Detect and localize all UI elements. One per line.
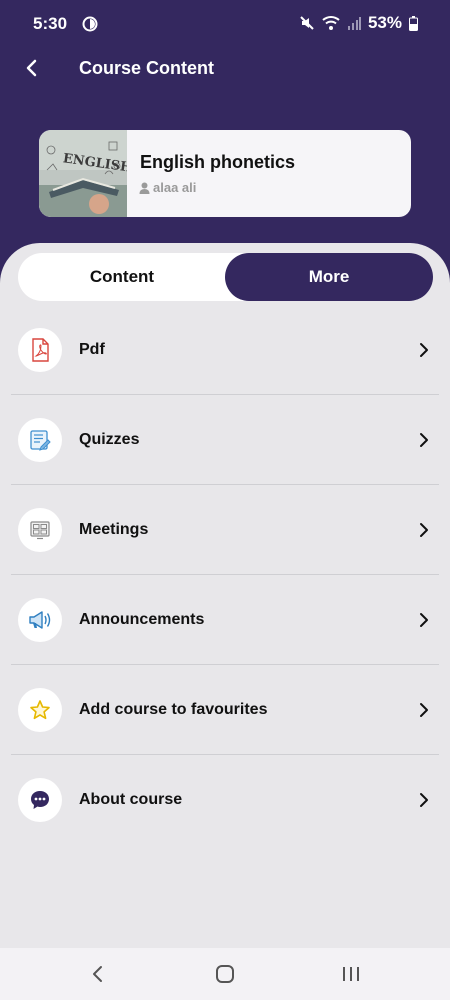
quiz-icon	[30, 430, 51, 451]
pdf-icon	[32, 338, 49, 362]
course-author-name: alaa ali	[153, 180, 197, 195]
chevron-right-icon	[420, 703, 428, 717]
quiz-icon-circle	[18, 418, 62, 462]
system-nav-bar	[0, 948, 450, 1000]
menu-item-pdf[interactable]: Pdf	[0, 305, 450, 395]
menu-label-announcements: Announcements	[79, 611, 205, 628]
battery-icon	[409, 15, 418, 31]
menu-label-add-to-favourites: Add course to favourites	[79, 701, 268, 718]
more-menu: Pdf Quizzes Meetings Announcements Add c…	[0, 305, 450, 845]
focus-mode-icon	[82, 16, 98, 32]
course-author: alaa ali	[139, 180, 196, 195]
menu-label-quizzes: Quizzes	[79, 431, 140, 448]
menu-label-pdf: Pdf	[79, 341, 105, 358]
mute-icon	[300, 16, 314, 30]
menu-item-announcements[interactable]: Announcements	[0, 575, 450, 665]
meetings-icon-circle	[18, 508, 62, 552]
menu-label-about-course: About course	[79, 791, 183, 808]
back-button[interactable]	[18, 54, 46, 82]
star-icon	[30, 700, 50, 720]
signal-icon	[347, 17, 361, 30]
menu-item-add-to-favourites[interactable]: Add course to favourites	[0, 665, 450, 755]
tab-bar: Content More	[18, 253, 433, 301]
chat-bubble-icon	[31, 791, 49, 809]
screen: 5:30 53% Course Content ENGLISH English …	[0, 0, 450, 1000]
chevron-right-icon	[420, 433, 428, 447]
chat-bubble-icon-circle	[18, 778, 62, 822]
nav-back-button[interactable]	[86, 962, 110, 986]
course-name: English phonetics	[140, 152, 296, 172]
menu-item-about-course[interactable]: About course	[0, 755, 450, 845]
content-panel: Content More Pdf Quizzes Meetings Announ…	[0, 243, 450, 963]
status-time: 5:30	[33, 14, 68, 33]
tab-more[interactable]: More	[225, 253, 433, 301]
chevron-right-icon	[420, 613, 428, 627]
status-icons: 53%	[299, 13, 418, 33]
tab-content[interactable]: Content	[18, 253, 226, 301]
chevron-right-icon	[420, 523, 428, 537]
meetings-icon	[30, 521, 50, 540]
status-bar: 5:30 53%	[0, 0, 450, 46]
star-icon-circle	[18, 688, 62, 732]
megaphone-icon	[29, 611, 51, 629]
nav-home-button[interactable]	[213, 962, 237, 986]
course-thumbnail: ENGLISH	[39, 130, 127, 217]
pdf-icon-circle	[18, 328, 62, 372]
user-icon	[139, 182, 150, 194]
menu-item-meetings[interactable]: Meetings	[0, 485, 450, 575]
chevron-right-icon	[420, 793, 428, 807]
battery-level: 53%	[367, 13, 402, 32]
course-card: ENGLISH English phonetics alaa ali	[39, 130, 411, 217]
megaphone-icon-circle	[18, 598, 62, 642]
chevron-right-icon	[420, 343, 428, 357]
menu-item-quizzes[interactable]: Quizzes	[0, 395, 450, 485]
nav-recents-button[interactable]	[339, 962, 363, 986]
page-title: Course Content	[79, 58, 214, 78]
menu-label-meetings: Meetings	[79, 521, 149, 538]
wifi-icon	[322, 16, 340, 30]
